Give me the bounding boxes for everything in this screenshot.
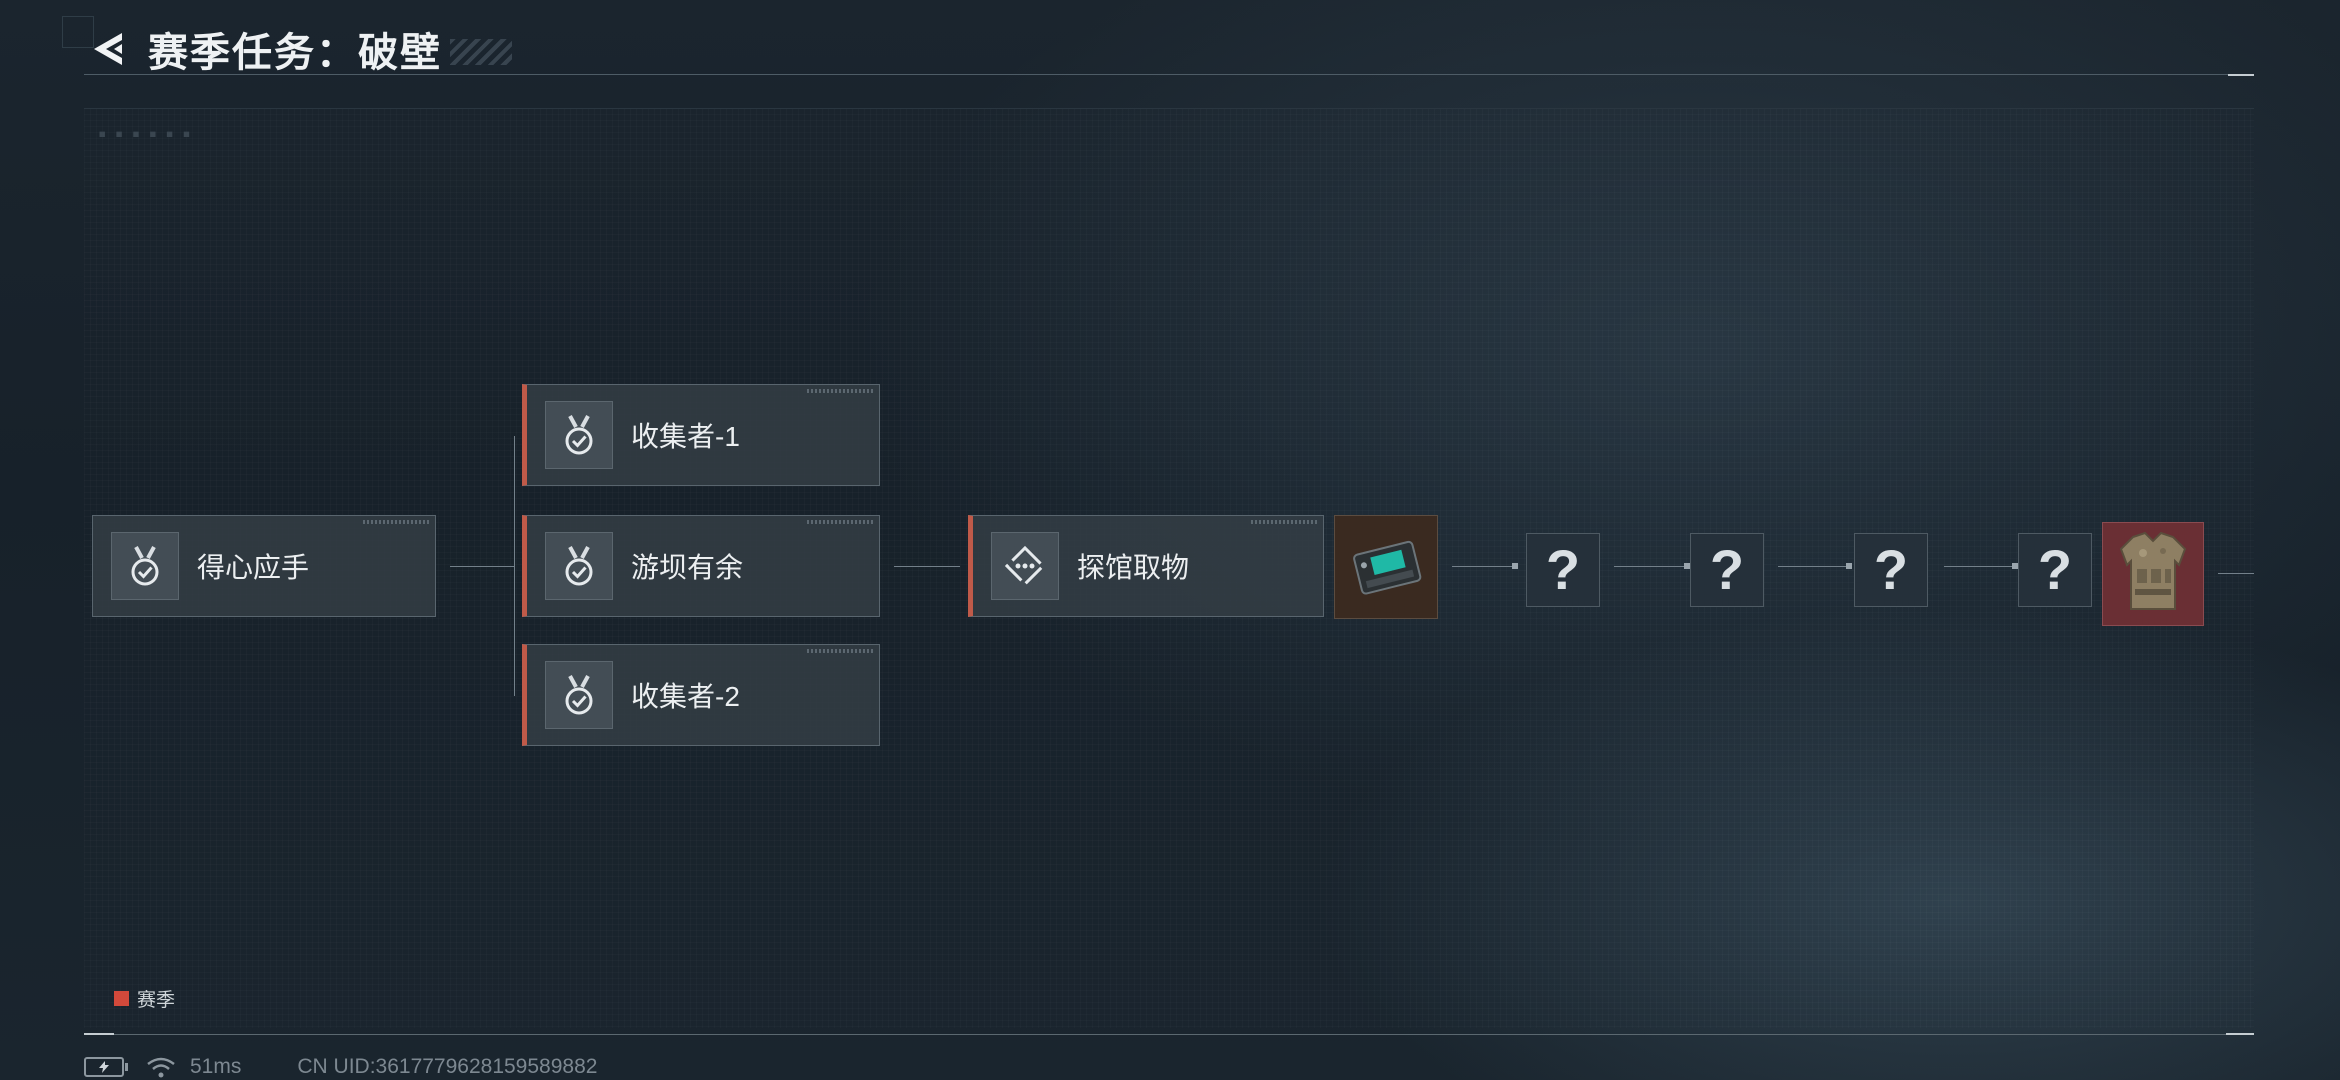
mission-label: 探馆取物 — [1077, 552, 1190, 583]
header-divider — [84, 74, 2254, 75]
mission-icon — [991, 532, 1059, 600]
connector-arrow — [1846, 563, 1852, 569]
title-decoration — [450, 39, 512, 65]
card-decoration — [363, 520, 429, 524]
footer-divider-accent-left — [84, 1033, 114, 1035]
connector-line — [1614, 566, 1690, 567]
header: 赛季任务：破壁 — [84, 24, 512, 75]
footer-divider — [84, 1034, 2254, 1035]
mission-card-collector-2[interactable]: 收集者-2 — [522, 644, 880, 746]
mission-icon — [545, 401, 613, 469]
reward-armor-tile[interactable] — [2102, 522, 2204, 626]
reward-mystery-tile[interactable]: ? — [1526, 533, 1600, 607]
legend-swatch — [114, 991, 129, 1006]
connector-line — [450, 566, 514, 567]
page-title: 赛季任务：破壁 — [148, 31, 442, 75]
mission-icon — [545, 532, 613, 600]
mission-label: 游坝有余 — [631, 552, 744, 583]
back-arrow-icon — [94, 33, 122, 65]
connector-line — [1452, 566, 1516, 567]
diamond-route-icon — [1004, 545, 1046, 587]
card-decoration — [807, 389, 873, 393]
mission-card-start[interactable]: 得心应手 — [92, 515, 436, 617]
reward-device-tile[interactable] — [1334, 515, 1438, 619]
connector-line-continue — [2218, 573, 2254, 574]
connector-line — [1778, 566, 1852, 567]
medal-check-icon — [131, 546, 159, 586]
panel-top-border — [84, 108, 2254, 109]
card-decoration — [807, 649, 873, 653]
battery-icon — [84, 1057, 128, 1077]
medal-check-icon — [565, 675, 593, 715]
card-decoration — [1251, 520, 1317, 524]
wifi-icon — [147, 1057, 175, 1078]
mission-label: 收集者-2 — [631, 681, 740, 712]
panel-decoration: ▪ ▪ ▪ ▪ ▪ ▪ — [98, 126, 191, 142]
ping-text: 51ms — [190, 1055, 242, 1078]
mission-card-current[interactable]: 探馆取物 — [968, 515, 1324, 617]
uid-text: CN UID:3617779628159589882 — [297, 1055, 598, 1078]
medal-check-icon — [565, 546, 593, 586]
connector-line — [894, 566, 960, 567]
body-armor-icon — [2119, 531, 2187, 610]
footer-divider-accent-right — [2226, 1033, 2254, 1035]
mission-icon — [545, 661, 613, 729]
connector-arrow — [1512, 563, 1518, 569]
mission-icon — [111, 532, 179, 600]
status-bar: 51ms CN UID:3617779628159589882 — [84, 1054, 597, 1080]
card-decoration — [807, 520, 873, 524]
legend: 赛季 — [114, 985, 175, 1012]
back-button[interactable] — [84, 25, 132, 73]
mystery-mark: ? — [2037, 538, 2073, 601]
mystery-mark: ? — [1545, 538, 1581, 601]
mission-card-collector-1[interactable]: 收集者-1 — [522, 384, 880, 486]
reward-mystery-tile[interactable]: ? — [1854, 533, 1928, 607]
header-divider-accent — [2228, 74, 2254, 76]
medal-check-icon — [565, 415, 593, 455]
mystery-mark: ? — [1709, 538, 1745, 601]
mystery-mark: ? — [1873, 538, 1909, 601]
reward-mystery-tile[interactable]: ? — [1690, 533, 1764, 607]
gadget-device-icon — [1353, 540, 1422, 595]
mission-card-dam[interactable]: 游坝有余 — [522, 515, 880, 617]
legend-label: 赛季 — [137, 990, 176, 1011]
mission-label: 收集者-1 — [631, 421, 740, 452]
reward-mystery-tile[interactable]: ? — [2018, 533, 2092, 607]
mission-label: 得心应手 — [197, 552, 310, 583]
connector-line — [1944, 566, 2016, 567]
connector-bracket — [514, 436, 515, 696]
